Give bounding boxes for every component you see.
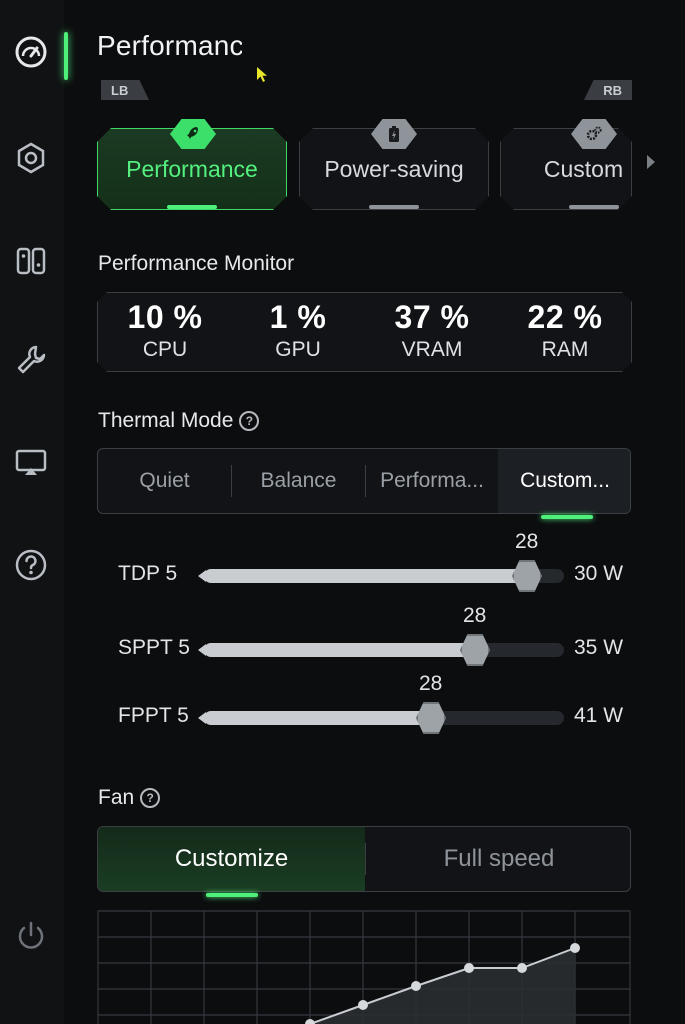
slider-start-cap	[198, 712, 206, 724]
help-icon[interactable]: ?	[239, 411, 260, 432]
page-title: Performance	[97, 30, 242, 61]
chevron-right-icon[interactable]	[647, 155, 655, 169]
slider-value: 28	[419, 672, 443, 695]
thermal-mode-selector: Quiet Balance Performa... Custom...	[97, 448, 631, 514]
slider-fill	[204, 643, 475, 657]
fan-curve-area	[310, 948, 575, 1024]
slider-label-fppt: FPPT 5	[118, 704, 189, 727]
performance-monitor: 10 % CPU 1 % GPU 37 % VRAM 22 % RAM	[97, 292, 632, 372]
thermal-mode-performance[interactable]: Performa...	[366, 449, 498, 513]
sidebar	[0, 0, 64, 1024]
slider-thumb[interactable]	[512, 560, 542, 592]
slider-max-label: 35 W	[574, 636, 624, 659]
thermal-mode-quiet[interactable]: Quiet	[98, 449, 231, 513]
fan-curve-point	[464, 963, 474, 973]
thermal-title-text: Thermal Mode	[98, 409, 234, 432]
rb-bumper-hint[interactable]: RB	[584, 80, 632, 100]
fan-curve-point	[411, 981, 421, 991]
preset-label: Power-saving	[324, 155, 464, 182]
metric-name: RAM	[541, 338, 589, 361]
monitor-title: Performance Monitor	[98, 252, 295, 275]
preset-label: Custom	[543, 155, 624, 182]
slider-fppt[interactable]	[198, 702, 564, 734]
fan-curve-point	[358, 1000, 368, 1010]
slider-thumb[interactable]	[416, 702, 446, 734]
controller-icon[interactable]	[11, 241, 51, 281]
metric-value: 37 %	[394, 299, 470, 335]
thermal-title: Thermal Mode?	[98, 409, 260, 433]
sidebar-active-indicator	[64, 32, 68, 80]
thermal-active-underline	[541, 515, 593, 519]
thermal-mode-custom[interactable]: Custom...	[498, 449, 630, 513]
lb-bumper-hint[interactable]: LB	[101, 80, 149, 100]
slider-value: 28	[515, 530, 539, 553]
metric-cpu: 10 % CPU	[105, 299, 225, 362]
metric-name: CPU	[142, 338, 188, 361]
preset-active-underline	[167, 205, 217, 209]
hexagon-gear-icon[interactable]	[11, 138, 51, 178]
fan-title: Fan?	[98, 786, 161, 810]
slider-max-label: 30 W	[574, 562, 624, 585]
slider-fill	[204, 711, 431, 725]
fan-curve-point	[517, 963, 527, 973]
slider-label-sppt: SPPT 5	[118, 636, 190, 659]
help-circle-icon[interactable]	[11, 545, 51, 585]
fan-curve-point	[305, 1019, 315, 1024]
slider-fill	[204, 569, 527, 583]
metric-value: 22 %	[527, 299, 603, 335]
gears-icon	[569, 118, 619, 150]
power-icon[interactable]	[11, 916, 51, 956]
slider-start-cap	[198, 644, 206, 656]
slider-thumb[interactable]	[460, 634, 490, 666]
preset-underline	[369, 205, 419, 209]
slider-max-label: 41 W	[574, 704, 624, 727]
fan-curve-chart[interactable]	[97, 910, 631, 1024]
metric-value: 1 %	[269, 299, 327, 335]
slider-tdp[interactable]	[198, 560, 564, 592]
metric-name: GPU	[275, 338, 321, 361]
metric-gpu: 1 % GPU	[238, 299, 358, 362]
metric-vram: 37 % VRAM	[372, 299, 492, 362]
battery-icon	[369, 118, 419, 150]
fan-title-text: Fan	[98, 786, 135, 809]
wrench-icon[interactable]	[11, 340, 51, 380]
fan-mode-customize[interactable]: Customize	[98, 827, 365, 891]
metric-ram: 22 % RAM	[505, 299, 625, 362]
metric-name: VRAM	[401, 338, 463, 361]
slider-sppt[interactable]	[198, 634, 564, 666]
rocket-icon	[168, 118, 218, 150]
fan-mode-full-speed[interactable]: Full speed	[366, 827, 630, 891]
display-icon[interactable]	[11, 442, 51, 482]
fan-active-underline	[206, 893, 258, 897]
preset-label: Performance	[126, 155, 258, 182]
fan-curve-point	[570, 943, 580, 953]
slider-value: 28	[463, 604, 487, 627]
help-icon[interactable]: ?	[140, 788, 161, 809]
gauge-icon[interactable]	[11, 32, 51, 72]
preset-underline	[569, 205, 619, 209]
slider-start-cap	[198, 570, 206, 582]
fan-mode-selector: Customize Full speed	[97, 826, 631, 892]
metric-value: 10 %	[127, 299, 203, 335]
thermal-mode-balance[interactable]: Balance	[232, 449, 365, 513]
slider-label-tdp: TDP 5	[118, 562, 178, 585]
